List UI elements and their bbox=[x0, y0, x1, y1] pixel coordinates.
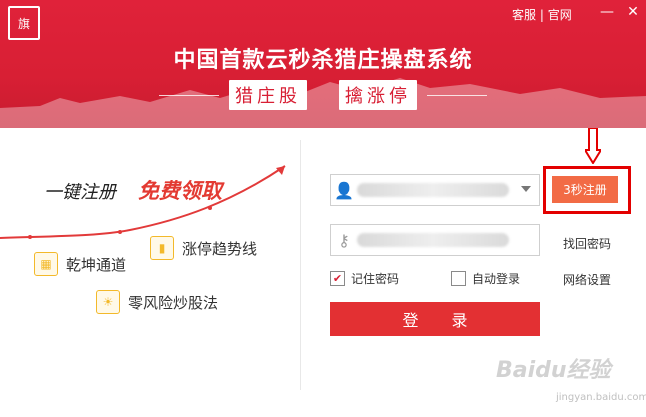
logo-glyph: 旗 bbox=[17, 16, 30, 31]
register-button[interactable]: 3秒注册 bbox=[552, 176, 618, 203]
auto-login-label: 自动登录 bbox=[472, 272, 521, 286]
watermark-url: jingyan.baidu.com bbox=[556, 392, 646, 403]
password-value-blurred bbox=[357, 233, 509, 247]
feature-item: ▮ 涨停趋势线 bbox=[150, 236, 257, 260]
headline-chips: 猎庄股 擒涨停 bbox=[0, 80, 646, 110]
feature-label: 涨停趋势线 bbox=[182, 239, 258, 258]
remember-password-label: 记住密码 bbox=[351, 272, 400, 286]
feature-label: 乾坤通道 bbox=[66, 255, 127, 274]
chevron-down-icon[interactable] bbox=[521, 186, 531, 192]
watermark: Baidu经验 bbox=[496, 358, 611, 383]
chip-line-left bbox=[159, 94, 219, 96]
chip-hunt-stock: 猎庄股 bbox=[229, 80, 307, 110]
headline: 中国首款云秒杀猎庄操盘系统 bbox=[173, 48, 473, 73]
slogan-one-click-register: 一键注册 bbox=[44, 182, 116, 203]
customer-service-link[interactable]: 客服 bbox=[512, 8, 536, 22]
promo-panel: 一键注册 免费领取 ▦ 乾坤通道 ▮ 涨停趋势线 ☀ 零风险炒股法 bbox=[0, 128, 300, 417]
username-value-blurred bbox=[357, 183, 509, 197]
app-logo: 旗 bbox=[8, 6, 40, 40]
feature-item: ☀ 零风险炒股法 bbox=[96, 290, 218, 314]
link-separator: | bbox=[539, 8, 544, 22]
username-field[interactable]: 👤 bbox=[330, 174, 540, 206]
bar-chart-icon: ▮ bbox=[150, 236, 174, 260]
chip-line-right bbox=[427, 94, 487, 96]
header-banner: 旗 客服 | 官网 — ✕ 中国首款云秒杀猎庄操盘系统 猎庄股 擒涨停 bbox=[0, 0, 646, 128]
official-site-link[interactable]: 官网 bbox=[548, 8, 572, 22]
sun-icon: ☀ bbox=[96, 290, 120, 314]
user-icon: 👤 bbox=[334, 180, 354, 200]
top-links: 客服 | 官网 bbox=[512, 6, 572, 23]
auto-login-row[interactable]: 自动登录 bbox=[451, 270, 520, 287]
slogan-free-claim: 免费领取 bbox=[138, 179, 222, 203]
panel-divider bbox=[300, 140, 301, 390]
find-password-link[interactable]: 找回密码 bbox=[563, 235, 611, 252]
remember-password-checkbox[interactable]: ✔ bbox=[330, 271, 345, 286]
login-button[interactable]: 登 录 bbox=[330, 302, 540, 336]
network-settings-link[interactable]: 网络设置 bbox=[563, 271, 611, 288]
remember-password-row[interactable]: ✔ 记住密码 bbox=[330, 270, 399, 287]
close-button[interactable]: ✕ bbox=[624, 4, 642, 20]
feature-item: ▦ 乾坤通道 bbox=[34, 252, 126, 276]
arrow-down-icon bbox=[585, 128, 601, 164]
auto-login-checkbox[interactable] bbox=[451, 271, 466, 286]
chip-limit-up: 擒涨停 bbox=[339, 80, 417, 110]
feature-label: 零风险炒股法 bbox=[128, 293, 219, 312]
calendar-icon: ▦ bbox=[34, 252, 58, 276]
password-field[interactable]: ⚷ bbox=[330, 224, 540, 256]
key-icon: ⚷ bbox=[338, 230, 350, 250]
minimize-button[interactable]: — bbox=[598, 4, 616, 20]
